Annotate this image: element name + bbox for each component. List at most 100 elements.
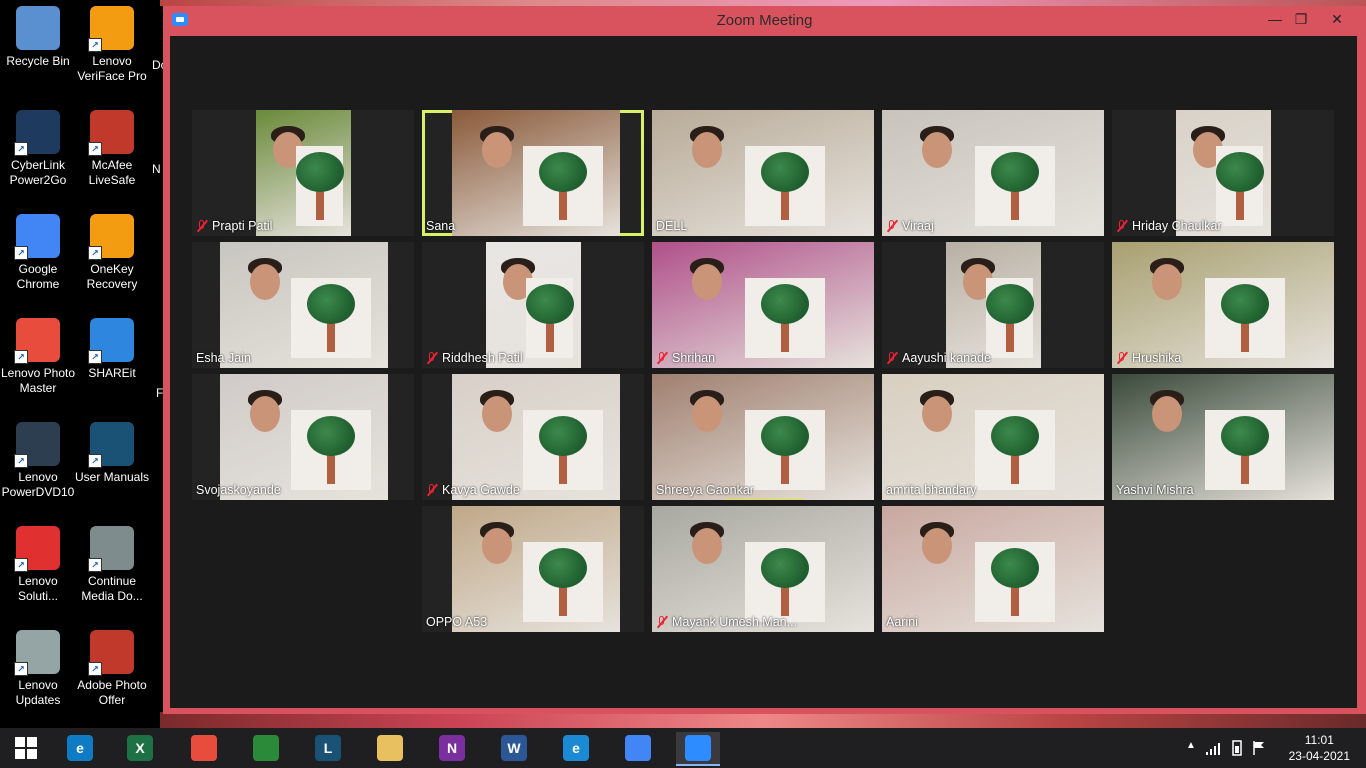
lenovo-solution-icon: ↗ [14, 526, 60, 572]
tree-crown [295, 152, 344, 192]
desktop-icon-label: Lenovo VeriFace Pro [77, 54, 147, 83]
recycle-bin-icon [16, 6, 60, 50]
tree-crown [306, 284, 355, 324]
chrome-icon: ↗ [14, 214, 60, 260]
mcafee-icon: ↗ [88, 110, 134, 156]
taskbar-app-button[interactable] [676, 732, 720, 766]
taskbar-app-button[interactable]: e [554, 732, 598, 764]
child-face [691, 132, 722, 168]
windows-logo-icon [15, 737, 37, 759]
muted-mic-icon [656, 351, 668, 365]
participant-video [882, 506, 1104, 632]
battery-icon[interactable] [1230, 740, 1244, 756]
desktop-icon[interactable]: ↗ OneKey Recovery [74, 214, 150, 292]
participant-tile[interactable]: Sana [422, 110, 644, 236]
desktop-icon[interactable]: ↗ SHAREit [74, 318, 150, 381]
child-face [921, 528, 952, 564]
taskbar-app-button[interactable] [244, 732, 288, 764]
participant-tile[interactable]: Yashvi Mishra [1112, 374, 1334, 500]
participant-name-label: Shrihan [656, 351, 715, 365]
desktop-icon-label: Lenovo Photo Master [0, 366, 76, 395]
desktop-icon[interactable]: ↗ Lenovo PowerDVD10 [0, 422, 76, 500]
participant-name-label: DELL [656, 219, 687, 233]
child-face [250, 396, 281, 432]
participant-tile[interactable]: Svojaskoyande [192, 374, 414, 500]
desktop-icon[interactable]: ↗ User Manuals [74, 422, 150, 485]
participant-tile[interactable]: Shreeya Gaonkar [652, 374, 874, 500]
taskbar-app-button[interactable]: X [118, 732, 162, 764]
participant-video [220, 374, 388, 500]
tree-crown [1215, 152, 1264, 192]
participant-tile[interactable]: Prapti Patil [192, 110, 414, 236]
participant-tile[interactable]: Esha Jain [192, 242, 414, 368]
participant-name-label: Viraaj [886, 219, 934, 233]
show-hidden-icons-chevron-icon[interactable]: ▲ [1186, 740, 1196, 751]
zoom-window: Zoom Meeting — ❐ ✕ Prapti Patil Sana DELL V… [163, 6, 1366, 714]
close-button[interactable]: ✕ [1322, 8, 1352, 30]
taskbar-app-button[interactable] [616, 732, 660, 764]
participant-tile[interactable]: Hrushika [1112, 242, 1334, 368]
participant-tile[interactable]: Riddhesh Patil [422, 242, 644, 368]
tree-drawing [975, 146, 1056, 226]
lenovo-updates-icon: ↗ [14, 630, 60, 676]
shortcut-arrow-icon: ↗ [88, 38, 102, 52]
clock[interactable]: 11:01 23-04-2021 [1289, 732, 1350, 764]
desktop-icon[interactable]: ↗ Lenovo Soluti... [0, 526, 76, 604]
participant-tile[interactable]: Hriday Chaulkar [1112, 110, 1334, 236]
participant-name: Aayushi kanade [902, 351, 991, 365]
participant-tile[interactable]: Kavya Gawde [422, 374, 644, 500]
desktop-icon[interactable]: ↗ Lenovo Updates [0, 630, 76, 708]
desktop-icon[interactable]: ↗ Lenovo VeriFace Pro [74, 6, 150, 84]
taskbar-app-button[interactable] [368, 732, 412, 764]
participant-tile[interactable]: Shrihan [652, 242, 874, 368]
desktop-icon-label: Lenovo Soluti... [17, 574, 59, 603]
flag-icon[interactable] [1252, 740, 1266, 756]
adobe-icon: ↗ [88, 630, 134, 676]
restore-button[interactable]: ❐ [1286, 8, 1316, 30]
taskbar-app-button[interactable]: e [58, 732, 102, 764]
participant-name: Svojaskoyande [196, 483, 281, 497]
desktop-icon[interactable]: ↗ Adobe Photo Offer [74, 630, 150, 708]
tree-crown [525, 284, 574, 324]
participant-tile[interactable]: Aarini [882, 506, 1104, 632]
participant-name: Mayank Umesh Man... [672, 615, 798, 629]
participant-name: Hrushika [1132, 351, 1182, 365]
child-face [482, 132, 513, 168]
taskbar-app-button[interactable]: W [492, 732, 536, 764]
participant-tile[interactable]: DELL [652, 110, 874, 236]
desktop-icon[interactable]: ↗ CyberLink Power2Go [0, 110, 76, 188]
taskbar-app-button[interactable]: L [306, 732, 350, 764]
title-bar[interactable]: Zoom Meeting — ❐ ✕ [163, 6, 1366, 34]
desktop-icon-label: SHAREit [88, 366, 136, 380]
participant-video [452, 374, 620, 500]
participant-tile[interactable]: OPPO A53 [422, 506, 644, 632]
participant-video [1176, 110, 1271, 236]
tree-drawing [975, 542, 1056, 622]
tree-drawing [745, 542, 826, 622]
participant-name-label: Hrushika [1116, 351, 1181, 365]
desktop-icon[interactable]: Recycle Bin [0, 6, 76, 69]
muted-mic-icon [886, 351, 898, 365]
start-button[interactable] [4, 732, 48, 764]
desktop-icon[interactable]: ↗ Lenovo Photo Master [0, 318, 76, 396]
taskbar-app-button[interactable] [182, 732, 226, 764]
tree-drawing [745, 146, 826, 226]
desktop-icon[interactable]: ↗ Google Chrome [0, 214, 76, 292]
participant-tile[interactable]: Viraaj [882, 110, 1104, 236]
participant-video [652, 110, 874, 236]
taskbar: e X L N We ▲ 11:01 23-04-2021 [0, 728, 1366, 768]
shortcut-arrow-icon: ↗ [88, 142, 102, 156]
shortcut-arrow-icon: ↗ [14, 246, 28, 260]
desktop-icon[interactable]: ↗ Continue Media Do... [74, 526, 150, 604]
participant-tile[interactable]: amrita bhandary [882, 374, 1104, 500]
participant-tile[interactable]: Mayank Umesh Man... [652, 506, 874, 632]
network-icon[interactable] [1206, 741, 1222, 755]
taskbar-app-button[interactable]: N [430, 732, 474, 764]
child-face [921, 132, 952, 168]
participant-video [486, 242, 581, 368]
desktop-icon[interactable]: ↗ McAfee LiveSafe [74, 110, 150, 188]
participant-name: Riddhesh Patil [442, 351, 523, 365]
shortcut-arrow-icon: ↗ [14, 350, 28, 364]
shortcut-arrow-icon: ↗ [14, 662, 28, 676]
participant-tile[interactable]: Aayushi kanade [882, 242, 1104, 368]
